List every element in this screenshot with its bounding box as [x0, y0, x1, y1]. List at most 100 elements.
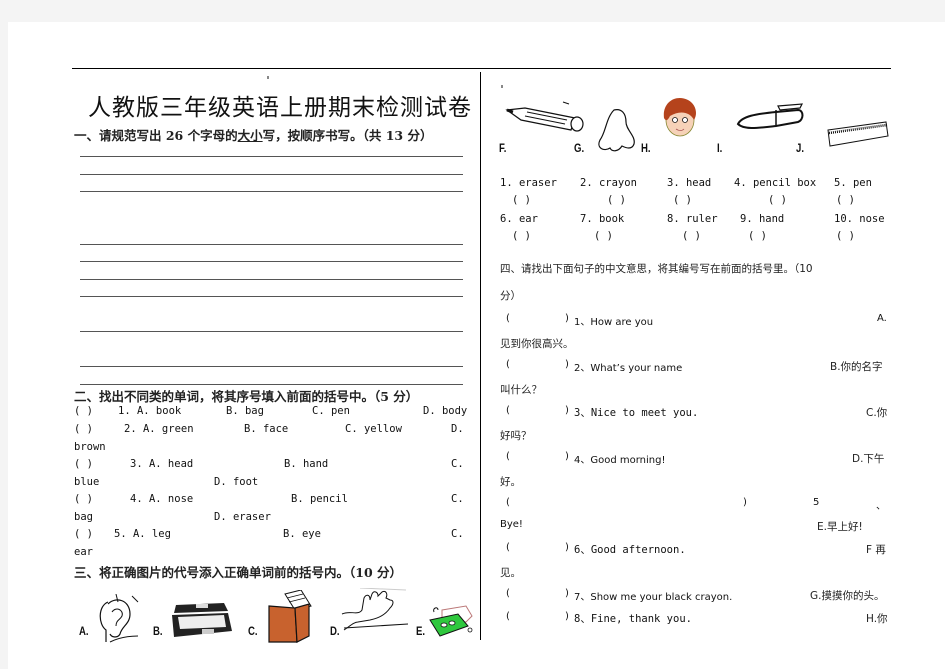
answer-option: D.下午 — [852, 453, 885, 465]
answer-bracket-open[interactable]: ( — [506, 405, 510, 416]
picture-label-b: B. — [153, 624, 163, 638]
answer-bracket[interactable]: ( ) — [74, 423, 93, 435]
crayon-icon — [505, 101, 584, 132]
writing-line[interactable] — [80, 174, 463, 175]
ruler-icon — [827, 121, 889, 147]
section1-heading-text: 一、请规范写出 26 个字母的 — [74, 128, 238, 143]
answer-blank[interactable]: ( ) — [607, 194, 626, 206]
word-hand: 9. hand — [740, 213, 785, 225]
word-pen: 5. pen — [834, 177, 872, 189]
paragraph-mark — [267, 76, 269, 79]
writing-line[interactable] — [80, 261, 463, 262]
answer-bracket[interactable]: ( ) — [74, 493, 93, 505]
answer-bracket-open[interactable]: ( — [506, 313, 510, 324]
picture-label-d: D. — [330, 624, 340, 638]
question-text: Bye! — [500, 519, 523, 530]
picture-label-i: I. — [717, 141, 723, 155]
answer-bracket-close: ) — [743, 497, 747, 508]
word-ear: 6. ear — [500, 213, 538, 225]
answer-bracket-open[interactable]: ( — [506, 497, 510, 508]
answer-blank[interactable]: ( ) — [512, 230, 531, 242]
option-d: D. — [451, 423, 464, 435]
section1-heading-underlined: 大小 — [237, 128, 263, 143]
option-d: D. eraser — [214, 511, 271, 523]
option-b: B. hand — [284, 458, 329, 470]
column-divider — [480, 72, 481, 640]
writing-line[interactable] — [80, 156, 463, 157]
answer-option-wrap: 见到你很高兴。 — [500, 338, 574, 350]
answer-option: H.你 — [866, 613, 888, 625]
answer-bracket[interactable]: ( ) — [74, 405, 93, 417]
question-text: 1、How are you — [574, 317, 654, 328]
writing-line[interactable] — [80, 366, 463, 367]
option-d-wrap: brown — [74, 441, 106, 453]
answer-blank[interactable]: ( ) — [682, 230, 701, 242]
head-icon — [663, 98, 696, 137]
answer-option-wrap: 好吗？ — [500, 430, 532, 442]
answer-bracket-open[interactable]: ( — [506, 588, 510, 599]
picture-label-f: F. — [499, 141, 507, 155]
answer-blank[interactable]: ( ) — [748, 230, 767, 242]
writing-line[interactable] — [80, 191, 463, 192]
picture-label-c: C. — [248, 624, 258, 638]
word-ruler: 8. ruler — [667, 213, 718, 225]
ear-icon — [99, 594, 139, 643]
option-c: C. pen — [312, 405, 350, 417]
section1-heading-text-end: 写，按顺序书写。（共 13 分） — [262, 128, 433, 143]
section2-heading: 二、找出不同类的单词，将其序号填入前面的括号中。（5 分） — [74, 389, 419, 404]
answer-bracket-close: ) — [565, 542, 569, 553]
answer-bracket[interactable]: ( ) — [74, 458, 93, 470]
word-pencil-box: 4. pencil box — [734, 177, 817, 189]
option-a: 2. A. green — [124, 423, 194, 435]
word-eraser: 1. eraser — [500, 177, 557, 189]
answer-bracket-close: ) — [565, 451, 569, 462]
picture-label-a: A. — [79, 624, 89, 638]
answer-bracket[interactable]: ( ) — [74, 528, 93, 540]
answer-bracket-open[interactable]: ( — [506, 611, 510, 622]
answer-option: C.你 — [866, 407, 888, 419]
option-c-wrap: ear — [74, 546, 93, 558]
writing-line[interactable] — [80, 244, 463, 245]
picture-label-h: H. — [641, 141, 651, 155]
answer-bracket-close: ) — [565, 611, 569, 622]
answer-option-wrap: 叫什么？ — [500, 384, 542, 396]
answer-option: E.早上好! — [817, 521, 863, 533]
answer-bracket-open[interactable]: ( — [506, 451, 510, 462]
answer-option: B.你的名字 — [830, 361, 883, 373]
writing-line[interactable] — [80, 279, 463, 280]
option-b: B. pencil — [291, 493, 348, 505]
answer-blank[interactable]: ( ) — [673, 194, 692, 206]
answer-option-wrap: 见。 — [500, 567, 521, 579]
answer-blank[interactable]: ( ) — [768, 194, 787, 206]
question-text: 6、Good afternoon. — [574, 544, 686, 556]
answer-blank[interactable]: ( ) — [836, 230, 855, 242]
answer-bracket-open[interactable]: ( — [506, 359, 510, 370]
option-c: C. — [451, 493, 464, 505]
word-nose: 10. nose — [834, 213, 885, 225]
answer-option-wrap: 好。 — [500, 476, 521, 488]
answer-option: A. — [877, 313, 887, 324]
word-book: 7. book — [580, 213, 625, 225]
eraser-icon — [429, 605, 473, 637]
section1-heading: 一、请规范写出 26 个字母的大小写，按顺序书写。（共 13 分） — [74, 125, 432, 144]
option-c-wrap: bag — [74, 511, 93, 523]
option-c: C. yellow — [345, 423, 402, 435]
writing-line[interactable] — [80, 331, 463, 332]
answer-blank[interactable]: ( ) — [836, 194, 855, 206]
writing-line[interactable] — [80, 384, 463, 385]
option-c: C. — [451, 458, 464, 470]
option-b: B. bag — [226, 405, 264, 417]
question-text: 2、What’s your name — [574, 363, 683, 374]
nose-icon — [598, 109, 635, 152]
picture-label-g: G. — [574, 141, 585, 155]
answer-bracket-open[interactable]: ( — [506, 542, 510, 553]
question-text: 7、Show me your black crayon. — [574, 592, 733, 603]
answer-option: F 再 — [866, 544, 886, 556]
answer-blank[interactable]: ( ) — [512, 194, 531, 206]
writing-line[interactable] — [80, 296, 463, 297]
paragraph-mark — [501, 85, 503, 88]
answer-bracket-close: ) — [565, 405, 569, 416]
answer-blank[interactable]: ( ) — [594, 230, 613, 242]
question-text: 3、Nice to meet you. — [574, 407, 699, 419]
header-rule — [72, 68, 891, 69]
